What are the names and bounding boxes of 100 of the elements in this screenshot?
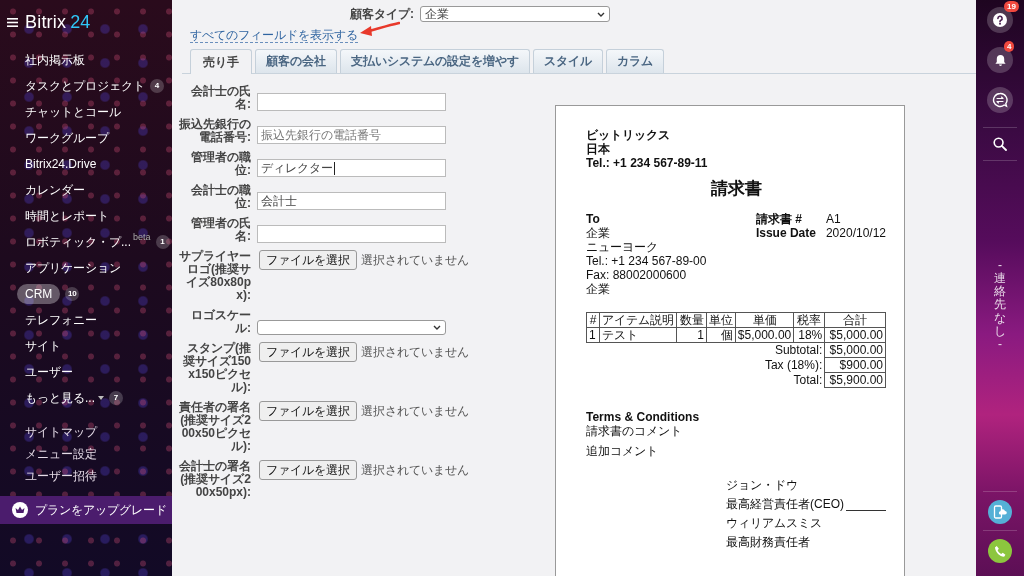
- comment-text: 追加コメント: [586, 444, 659, 458]
- file-status-text: 選択されていません: [361, 402, 469, 420]
- column-header: アイテム説明: [599, 312, 677, 328]
- sidebar-link[interactable]: メニュー設定: [25, 443, 172, 465]
- field-label: ロゴスケール:: [190, 309, 251, 335]
- signer-name: ジョン・ドウ: [726, 478, 799, 492]
- count-badge: 7: [109, 391, 123, 405]
- file-status-text: 選択されていません: [361, 343, 469, 361]
- search-button[interactable]: [992, 136, 1008, 152]
- column-header: #: [586, 312, 600, 328]
- caret-icon: [98, 396, 104, 400]
- text-field[interactable]: 会計士: [257, 192, 446, 210]
- phone-cloud-button[interactable]: [988, 500, 1012, 524]
- recipient-line: 企業: [586, 282, 611, 296]
- recipient-line: 企業: [586, 226, 611, 240]
- menu-item[interactable]: 社内掲示板: [25, 52, 85, 68]
- menu-item[interactable]: ユーザー: [25, 364, 73, 380]
- phone-icon: [993, 544, 1007, 558]
- text-field[interactable]: 振込先銀行の電話番号: [257, 126, 446, 144]
- invoice-title: 請求書: [709, 178, 763, 200]
- menu-icon[interactable]: [7, 17, 18, 27]
- choose-file-button[interactable]: ファイルを選択: [259, 460, 357, 480]
- tab[interactable]: 顧客の会社: [255, 49, 337, 73]
- chat-button[interactable]: [987, 87, 1013, 113]
- annotation-arrow: [360, 21, 400, 37]
- recipient-line: Fax: 88002000600: [586, 268, 688, 282]
- seller-line: ビットリックス: [586, 128, 671, 142]
- choose-file-button[interactable]: ファイルを選択: [259, 250, 357, 270]
- field-label: スタンプ(推奨サイズ150x150ピクセル):: [181, 342, 251, 394]
- beta-tag: beta: [133, 232, 151, 242]
- logo-text[interactable]: Bitrix: [25, 11, 67, 33]
- recipient-line: ニューヨーク: [586, 240, 659, 254]
- tab[interactable]: 支払いシステムの設定を増やす: [340, 49, 530, 73]
- text-field[interactable]: ディレクター: [257, 159, 446, 177]
- menu-item[interactable]: 時間とレポート: [25, 208, 109, 224]
- count-badge: 19: [1004, 1, 1019, 12]
- menu-item[interactable]: ワークグループ: [25, 130, 109, 146]
- column-header: 税率: [793, 312, 825, 328]
- total-label: Total:: [793, 373, 823, 387]
- meta-value: 2020/10/12: [825, 226, 886, 240]
- menu-item[interactable]: タスクとプロジェクト: [25, 78, 145, 94]
- choose-file-button[interactable]: ファイルを選択: [259, 401, 357, 421]
- sidebar-link[interactable]: サイトマップ: [25, 421, 172, 443]
- logo-number[interactable]: 24: [70, 11, 91, 33]
- customer-type-select[interactable]: 企業: [420, 6, 610, 22]
- table-cell: 個: [706, 327, 736, 343]
- signer-title: 最高経営責任者(CEO): [726, 497, 844, 511]
- field-label: 振込先銀行の電話番号:: [178, 118, 251, 144]
- select-field[interactable]: [257, 320, 446, 335]
- meta-value: A1: [825, 212, 841, 226]
- recipient-line: Tel.: +1 234 567-89-00: [586, 254, 707, 268]
- table-cell: 18%: [793, 327, 825, 343]
- menu-item[interactable]: テレフォニー: [25, 312, 97, 328]
- field-label: 会計士の職位:: [190, 184, 251, 210]
- menu-item[interactable]: アプリケーション: [25, 260, 121, 276]
- count-badge: 10: [65, 287, 80, 301]
- comment-text: 請求書のコメント: [586, 424, 683, 438]
- menu-item[interactable]: CRM: [17, 284, 61, 304]
- column-header: 合計: [824, 312, 886, 328]
- menu-item[interactable]: カレンダー: [25, 182, 85, 198]
- show-all-fields-link[interactable]: すべてのフィールドを表示する: [190, 28, 358, 43]
- crown-icon: [12, 502, 28, 518]
- total-label: Tax (18%):: [764, 358, 823, 372]
- menu-item[interactable]: サイト: [25, 338, 61, 354]
- file-status-text: 選択されていません: [361, 251, 469, 269]
- notifications-button[interactable]: [987, 47, 1013, 73]
- menu-item[interactable]: Bitrix24.Drive: [25, 156, 97, 172]
- chat-icon: [992, 92, 1008, 108]
- signer-name: ウィリアムスミス: [726, 516, 823, 530]
- terms-heading: Terms & Conditions: [586, 410, 701, 424]
- count-badge: 4: [1004, 41, 1015, 52]
- file-status-text: 選択されていません: [361, 461, 469, 479]
- chevron-down-icon: [433, 325, 441, 330]
- text-field[interactable]: [257, 93, 446, 111]
- menu-item[interactable]: チャットとコール: [25, 104, 121, 120]
- help-button[interactable]: [987, 7, 1013, 33]
- field-label: 会計士の氏名:: [190, 85, 251, 111]
- upgrade-button[interactable]: プランをアップグレード: [0, 496, 172, 524]
- call-button[interactable]: [988, 539, 1012, 563]
- total-value: $5,900.00: [824, 372, 886, 388]
- table-cell: $5,000.00: [735, 327, 794, 343]
- menu-item[interactable]: ロボティック・プ...: [25, 234, 131, 250]
- menu-item[interactable]: もっと見る...: [25, 390, 95, 406]
- total-value: $5,000.00: [824, 342, 886, 358]
- table-cell: テスト: [599, 327, 677, 343]
- bell-icon: [993, 53, 1007, 67]
- table-cell: $5,000.00: [824, 327, 886, 343]
- field-label: 会計士の署名(推奨サイズ200x50px):: [178, 460, 251, 499]
- sidebar-link[interactable]: ユーザー招待: [25, 465, 172, 487]
- choose-file-button[interactable]: ファイルを選択: [259, 342, 357, 362]
- total-label: Subtotal:: [774, 343, 823, 358]
- text-field[interactable]: [257, 225, 446, 243]
- chevron-down-icon: [597, 11, 605, 17]
- field-label: 責任者の署名 (推奨サイズ200x50ピクセル):: [178, 401, 251, 453]
- tab[interactable]: スタイル: [533, 49, 603, 73]
- count-badge: 1: [155, 235, 170, 249]
- phone-cloud-icon: [993, 505, 1007, 519]
- table-cell: 1: [586, 327, 600, 343]
- tab[interactable]: 売り手: [190, 49, 252, 74]
- tab[interactable]: カラム: [606, 49, 664, 73]
